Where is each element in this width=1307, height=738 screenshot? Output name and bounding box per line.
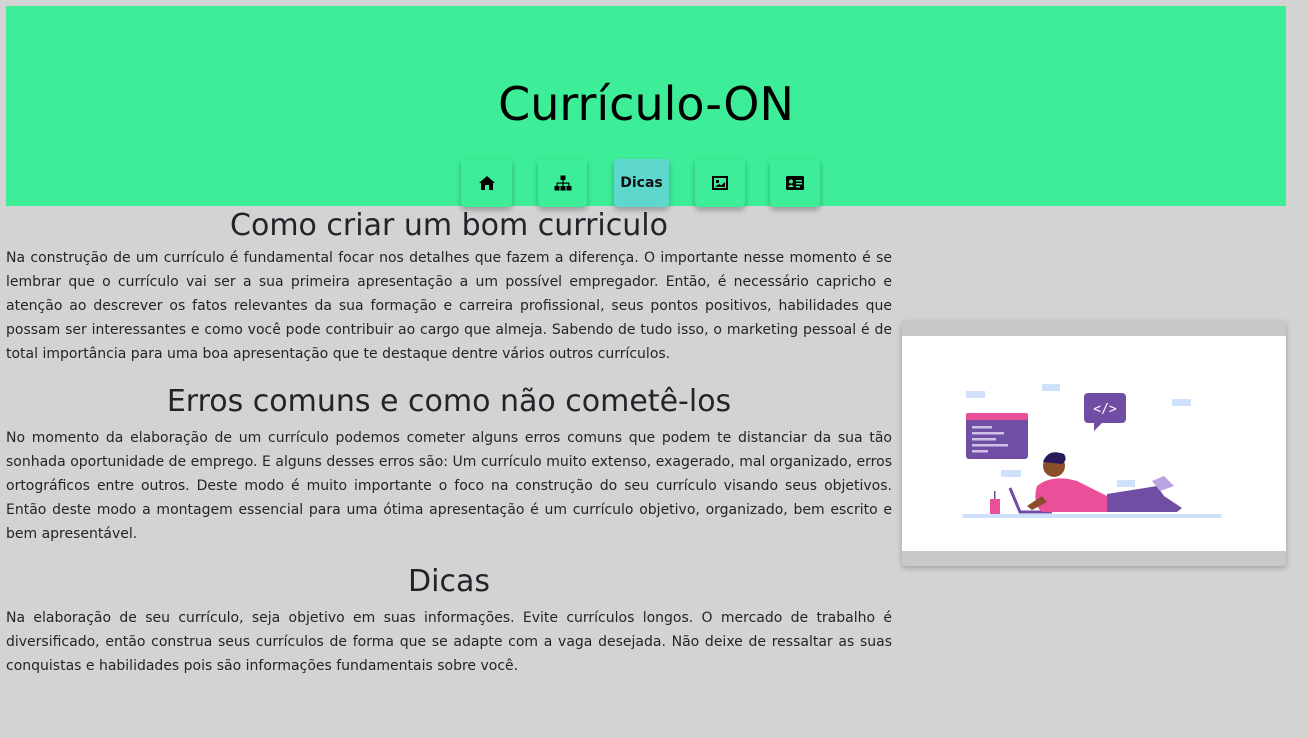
person-coding-illustration: </> (962, 384, 1222, 518)
site-header: Currículo-ON Dicas (6, 6, 1286, 207)
sitemap-icon (554, 175, 572, 191)
section-title-bom-curriculo: Como criar um bom curriculo (230, 208, 668, 243)
illustration-card: </> (902, 321, 1286, 566)
nav-contact-button[interactable] (770, 159, 820, 207)
nav-sitemap-button[interactable] (538, 159, 587, 207)
illustration-frame: </> (902, 336, 1286, 551)
nav-image-button[interactable] (695, 159, 745, 207)
home-icon (478, 175, 496, 191)
section-text-dicas: Na elaboração de seu currículo, seja obj… (6, 610, 892, 674)
section-text-bom-curriculo: Na construção de um currículo é fundamen… (6, 250, 892, 362)
image-icon (712, 176, 728, 190)
nav-dicas-button[interactable]: Dicas (614, 159, 669, 207)
site-title: Currículo-ON (498, 77, 794, 131)
section-title-dicas: Dicas (408, 564, 490, 599)
nav-home-button[interactable] (461, 159, 512, 207)
main-nav: Dicas (6, 159, 1286, 207)
section-text-erros-comuns: No momento da elaboração de um currículo… (6, 430, 892, 542)
id-card-icon (786, 176, 804, 190)
code-symbol-text: </> (1093, 402, 1117, 417)
section-title-erros-comuns: Erros comuns e como não cometê-los (166, 384, 732, 419)
main-content: Como criar um bom curriculo Na construçã… (6, 206, 892, 678)
